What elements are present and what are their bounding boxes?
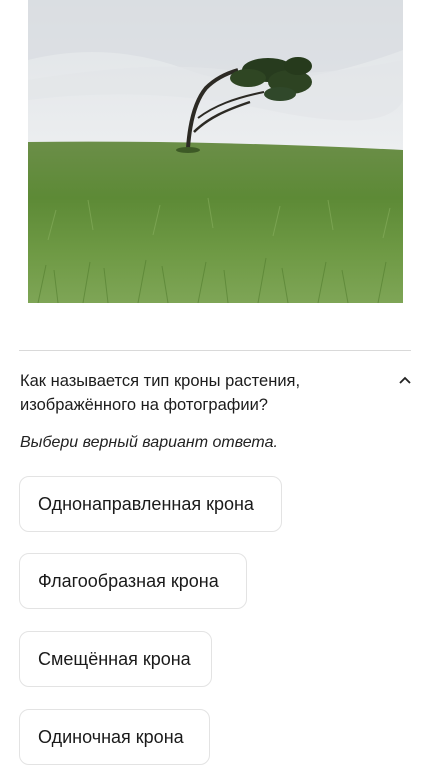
answer-option[interactable]: Смещённая крона bbox=[19, 631, 212, 687]
answer-option-label: Одиночная крона bbox=[38, 726, 184, 747]
question-photo bbox=[28, 0, 403, 303]
answer-option-label: Смещённая крона bbox=[38, 648, 191, 669]
answer-option-label: Однонаправленная крона bbox=[38, 493, 254, 514]
question-text: Как называется тип кроны растения, изобр… bbox=[20, 372, 301, 414]
answer-option[interactable]: Флагообразная крона bbox=[19, 553, 247, 609]
answer-option[interactable]: Однонаправленная крона bbox=[19, 476, 282, 532]
chevron-up-icon[interactable] bbox=[396, 374, 414, 388]
answer-option-label: Флагообразная крона bbox=[38, 570, 219, 591]
answer-hint: Выбери верный вариант ответа. bbox=[20, 434, 278, 451]
section-divider bbox=[19, 350, 411, 351]
answer-option[interactable]: Одиночная крона bbox=[19, 709, 210, 765]
